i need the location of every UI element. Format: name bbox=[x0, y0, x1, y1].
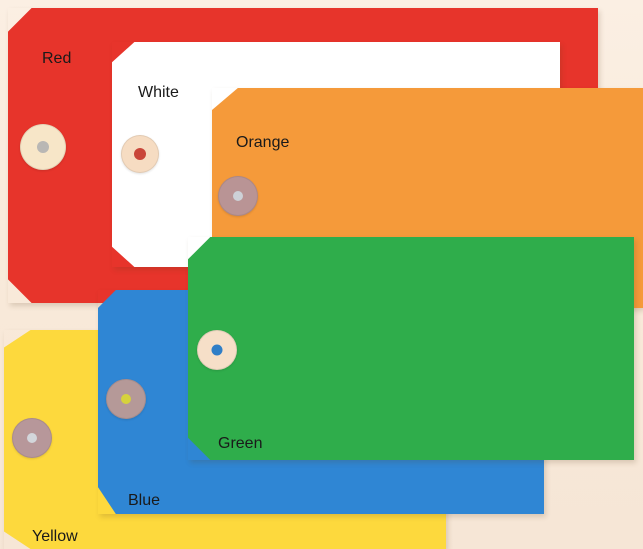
tag-label-white: White bbox=[138, 84, 179, 101]
grommet-hole bbox=[121, 394, 131, 404]
grommet-hole bbox=[134, 148, 146, 160]
tag-body-green bbox=[188, 237, 634, 460]
tag-label-yellow: Yellow bbox=[32, 528, 78, 545]
grommet-icon bbox=[12, 418, 52, 458]
tag-label-blue: Blue bbox=[128, 492, 161, 509]
grommet-icon bbox=[218, 176, 258, 216]
grommet-hole bbox=[233, 191, 243, 201]
tag-label-red: Red bbox=[42, 50, 72, 67]
grommet-hole bbox=[27, 433, 37, 443]
grommet-icon bbox=[106, 379, 146, 419]
grommet-icon bbox=[121, 135, 159, 173]
tag-green: Green bbox=[188, 237, 634, 460]
tag-label-orange: Orange bbox=[236, 134, 290, 151]
grommet-hole bbox=[37, 141, 49, 153]
grommet-icon bbox=[20, 124, 66, 170]
tag-label-green: Green bbox=[218, 435, 263, 452]
grommet-icon bbox=[197, 330, 237, 370]
grommet-hole bbox=[211, 344, 223, 356]
tag-scene: Red White Orange Yellow Blue Green bbox=[0, 0, 643, 549]
